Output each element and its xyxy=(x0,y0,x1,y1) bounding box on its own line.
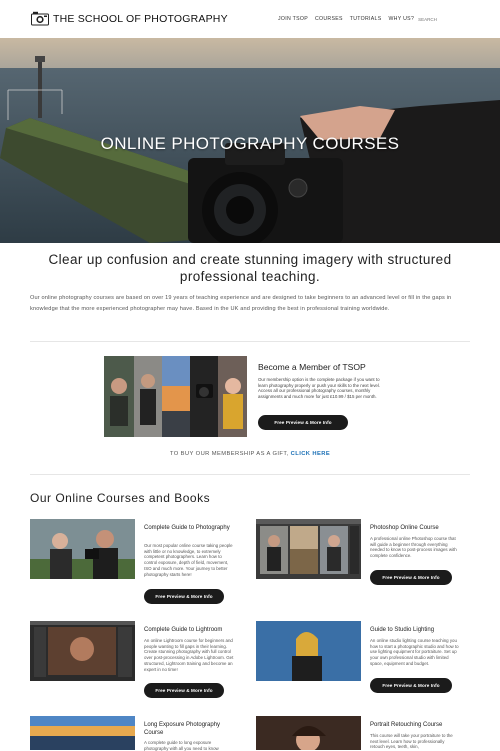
course-description: A professional online Photoshop course t… xyxy=(370,536,457,559)
course-preview-button[interactable]: Free Preview & More Info xyxy=(144,589,224,604)
course-long-exposure-image xyxy=(30,716,135,750)
courses-heading: Our Online Courses and Books xyxy=(30,491,211,505)
intro-paragraph: Our online photography courses are based… xyxy=(30,295,452,312)
course-title[interactable]: Long Exposure Photography Course xyxy=(144,722,236,737)
course-image-retouching[interactable] xyxy=(256,716,361,750)
logo-text: THE SCHOOL OF PHOTOGRAPHY xyxy=(53,12,228,25)
course-title[interactable]: Complete Guide to Photography xyxy=(144,525,236,533)
gift-click-here-link[interactable]: CLICK HERE xyxy=(291,451,330,457)
membership-title: Become a Member of TSOP xyxy=(258,362,366,372)
site-header: THE SCHOOL OF PHOTOGRAPHY JOIN TSOP COUR… xyxy=(0,0,500,38)
gift-label: TO BUY OUR MEMBERSHIP AS A GIFT, xyxy=(169,451,291,457)
membership-preview-button[interactable]: Free Preview & More Info xyxy=(258,415,348,430)
course-title[interactable]: Guide to Studio Lighting xyxy=(370,627,462,635)
course-description: Our most popular online course taking pe… xyxy=(144,543,233,577)
nav-courses[interactable]: COURSES xyxy=(315,16,343,22)
course-image-photography[interactable] xyxy=(30,519,135,579)
course-studio-image xyxy=(256,621,361,681)
course-lightroom-image xyxy=(30,621,135,681)
course-photoshop-image xyxy=(256,519,361,579)
course-image-long-exposure[interactable] xyxy=(30,716,135,750)
course-image-photoshop[interactable] xyxy=(256,519,361,579)
main-nav: JOIN TSOP COURSES TUTORIALS WHY US? xyxy=(278,15,471,23)
course-photography-image xyxy=(30,519,135,579)
search-input[interactable] xyxy=(418,15,471,23)
nav-join[interactable]: JOIN TSOP xyxy=(278,16,308,22)
course-description: An online studio lighting course teachin… xyxy=(370,638,459,666)
course-title[interactable]: Complete Guide to Lightroom xyxy=(144,627,236,635)
course-description: A complete guide to long exposure photog… xyxy=(144,740,219,751)
course-image-studio[interactable] xyxy=(256,621,361,681)
gift-text: TO BUY OUR MEMBERSHIP AS A GIFT, CLICK H… xyxy=(0,451,500,457)
course-description: This course will take your portraiture t… xyxy=(370,733,453,750)
camera-logo-icon xyxy=(31,11,49,26)
hero-banner: ONLINE PHOTOGRAPHY COURSES xyxy=(0,38,500,243)
logo[interactable]: THE SCHOOL OF PHOTOGRAPHY xyxy=(31,11,228,26)
membership-collage-image xyxy=(104,356,247,437)
course-preview-button[interactable]: Free Preview & More Info xyxy=(370,570,452,585)
intro-heading: Clear up confusion and create stunning i… xyxy=(48,252,452,284)
course-title[interactable]: Portrait Retouching Course xyxy=(370,722,462,730)
course-retouching-image xyxy=(256,716,361,750)
membership-image[interactable] xyxy=(104,356,247,437)
divider xyxy=(30,474,470,475)
membership-description: Our membership option is the complete pa… xyxy=(258,377,381,399)
hero-title: ONLINE PHOTOGRAPHY COURSES xyxy=(100,134,400,153)
course-preview-button[interactable]: Free Preview & More Info xyxy=(144,683,224,698)
course-description: An online Lightroom course for beginners… xyxy=(144,638,234,672)
course-title[interactable]: Photoshop Online Course xyxy=(370,525,462,533)
course-preview-button[interactable]: Free Preview & More Info xyxy=(370,678,452,693)
divider xyxy=(30,341,470,342)
course-image-lightroom[interactable] xyxy=(30,621,135,681)
nav-why-us[interactable]: WHY US? xyxy=(388,16,414,22)
nav-tutorials[interactable]: TUTORIALS xyxy=(350,16,382,22)
